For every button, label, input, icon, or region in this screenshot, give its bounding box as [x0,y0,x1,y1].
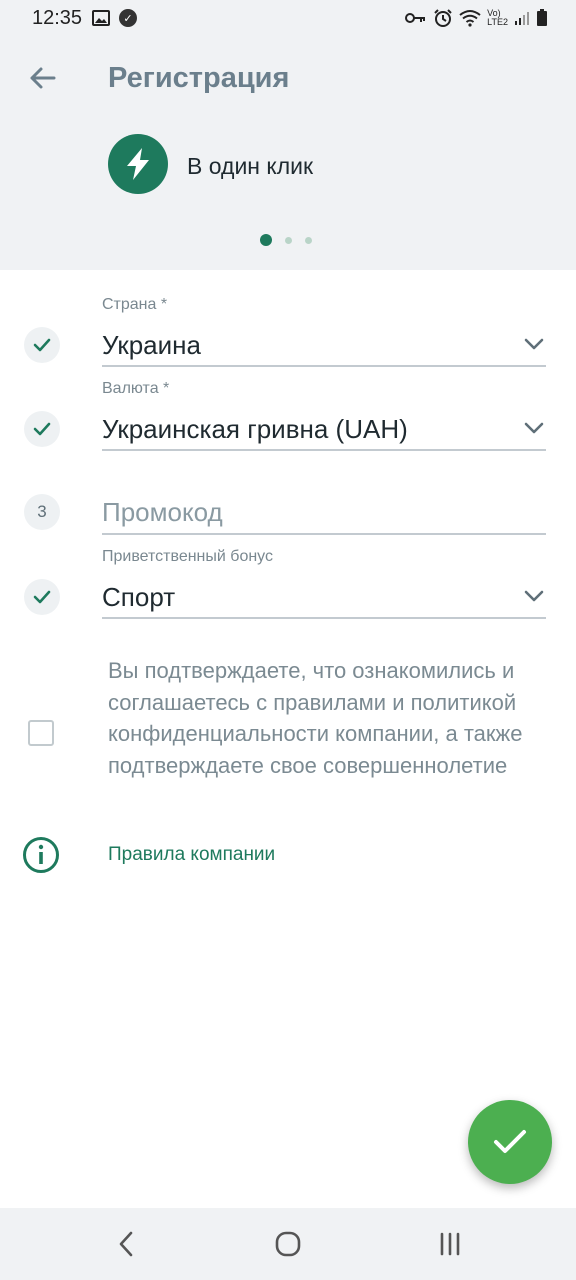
company-rules-link[interactable]: Правила компании [108,844,275,866]
country-underline [102,365,546,367]
bonus-label: Приветственный бонус [102,548,273,565]
promo-step-badge: 3 [24,494,60,530]
country-select[interactable]: Украина [102,330,201,361]
check-icon [33,338,51,352]
lightning-icon [127,148,149,180]
home-circle-icon [275,1231,301,1257]
registration-header: Регистрация В один клик [0,36,576,270]
pager-dot-active[interactable] [260,234,272,246]
pager-dots [260,234,312,246]
image-icon [92,10,110,26]
consent-checkbox[interactable] [28,720,54,746]
chevron-down-icon[interactable] [522,416,546,440]
country-status-check [24,327,60,363]
status-time: 12:35 [32,7,83,29]
chevron-down-icon[interactable] [522,332,546,356]
signal-icon [515,12,529,25]
check-icon [33,422,51,436]
system-nav-bar [0,1208,576,1280]
nav-recents-button[interactable] [432,1226,468,1262]
country-label: Страна * [102,296,168,313]
page-title: Регистрация [108,62,290,94]
nav-home-button[interactable] [270,1226,306,1262]
submit-fab-button[interactable] [468,1100,552,1184]
status-bar: 12:35 ✓ Vo) LTE2 [0,0,576,36]
check-icon [33,590,51,604]
currency-underline [102,449,546,451]
battery-icon [537,9,547,26]
currency-status-check [24,411,60,447]
promo-code-input[interactable]: Промокод [102,497,223,528]
nav-back-button[interactable] [108,1226,144,1262]
registration-type-label: В один клик [187,153,314,179]
volte-lte-icon: Vo) LTE2 [487,8,508,27]
wifi-icon [459,10,481,27]
one-click-icon-badge [108,134,168,194]
arrow-left-icon [30,67,56,89]
currency-select[interactable]: Украинская гривна (UAH) [102,414,408,445]
checkmark-icon [494,1130,526,1153]
pager-dot[interactable] [305,236,312,244]
consent-text: Вы подтверждаете, что ознакомились и сог… [108,658,523,778]
promo-underline [102,533,546,535]
info-icon [23,837,59,873]
vpn-key-icon [405,13,426,23]
alarm-icon [434,9,452,27]
back-button[interactable] [22,58,62,98]
bonus-underline [102,617,546,619]
pager-dot[interactable] [285,236,292,244]
chevron-down-icon[interactable] [522,584,546,608]
bonus-status-check [24,579,60,615]
bonus-select[interactable]: Спорт [102,582,175,613]
svg-text:✓: ✓ [123,13,132,25]
chevron-left-icon [119,1231,133,1257]
notification-badge-icon: ✓ [119,9,137,27]
recents-icon [440,1232,460,1256]
currency-label: Валюта * [102,380,170,397]
